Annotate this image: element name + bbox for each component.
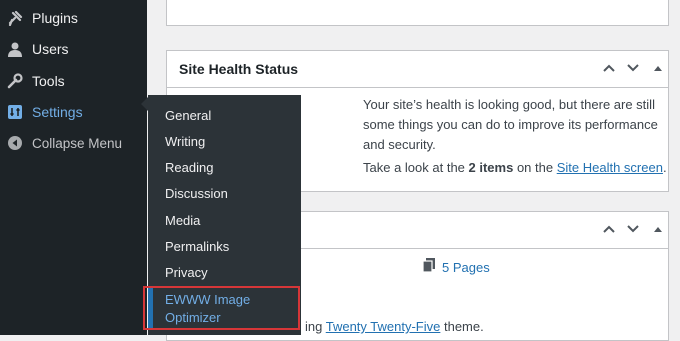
widget-title: Site Health Status xyxy=(179,61,299,77)
health-post-text: . xyxy=(662,160,667,175)
pages-count-link[interactable]: 5 Pages xyxy=(422,258,490,276)
admin-sidebar: Plugins Users Tools Settings Collapse Me… xyxy=(0,0,147,335)
health-items-line: Take a look at the 2 items on the Site H… xyxy=(363,160,667,175)
submenu-item-reading[interactable]: Reading xyxy=(165,160,213,175)
toggle-panel-icon[interactable] xyxy=(649,59,667,77)
sidebar-item-plugins[interactable]: Plugins xyxy=(0,2,147,34)
sidebar-item-users[interactable]: Users xyxy=(0,33,147,65)
collapse-icon xyxy=(6,134,24,152)
sidebar-item-tools[interactable]: Tools xyxy=(0,65,147,97)
submenu-item-writing[interactable]: Writing xyxy=(165,134,205,149)
settings-icon xyxy=(6,103,24,121)
collapse-menu-button[interactable]: Collapse Menu xyxy=(0,127,147,159)
health-pre-text: Take a look at the xyxy=(363,160,469,175)
users-icon xyxy=(6,40,24,58)
wrench-icon xyxy=(6,72,24,90)
theme-link[interactable]: Twenty Twenty-Five xyxy=(326,319,441,334)
sidebar-item-label: Plugins xyxy=(32,10,78,26)
health-mid-text: on the xyxy=(513,160,557,175)
sidebar-item-label: Collapse Menu xyxy=(32,135,123,151)
theme-post-text: theme. xyxy=(440,319,484,334)
theme-pre-text: ing xyxy=(305,319,326,334)
top-widget-box xyxy=(166,0,669,26)
move-up-icon[interactable] xyxy=(600,220,618,238)
move-up-icon[interactable] xyxy=(600,59,618,77)
submenu-item-media[interactable]: Media xyxy=(165,213,200,228)
widget-header: Site Health Status xyxy=(167,51,668,88)
highlight-box xyxy=(143,286,300,330)
health-message: Your site’s health is looking good, but … xyxy=(363,97,658,152)
sidebar-item-label: Users xyxy=(32,41,69,57)
pages-icon xyxy=(422,258,436,276)
toggle-panel-icon[interactable] xyxy=(649,220,667,238)
sidebar-item-label: Settings xyxy=(32,104,83,120)
sidebar-item-settings[interactable]: Settings xyxy=(0,96,147,128)
submenu-item-permalinks[interactable]: Permalinks xyxy=(165,239,229,254)
submenu-item-privacy[interactable]: Privacy xyxy=(165,265,208,280)
plugin-icon xyxy=(6,9,24,27)
site-health-link[interactable]: Site Health screen xyxy=(557,160,663,175)
pages-label: 5 Pages xyxy=(442,259,490,275)
theme-line: ing Twenty Twenty-Five theme. xyxy=(305,319,484,334)
submenu-item-discussion[interactable]: Discussion xyxy=(165,186,228,201)
move-down-icon[interactable] xyxy=(624,59,642,77)
health-item-count: 2 items xyxy=(468,160,514,175)
submenu-item-general[interactable]: General xyxy=(165,108,211,123)
move-down-icon[interactable] xyxy=(624,220,642,238)
sidebar-item-label: Tools xyxy=(32,73,65,89)
